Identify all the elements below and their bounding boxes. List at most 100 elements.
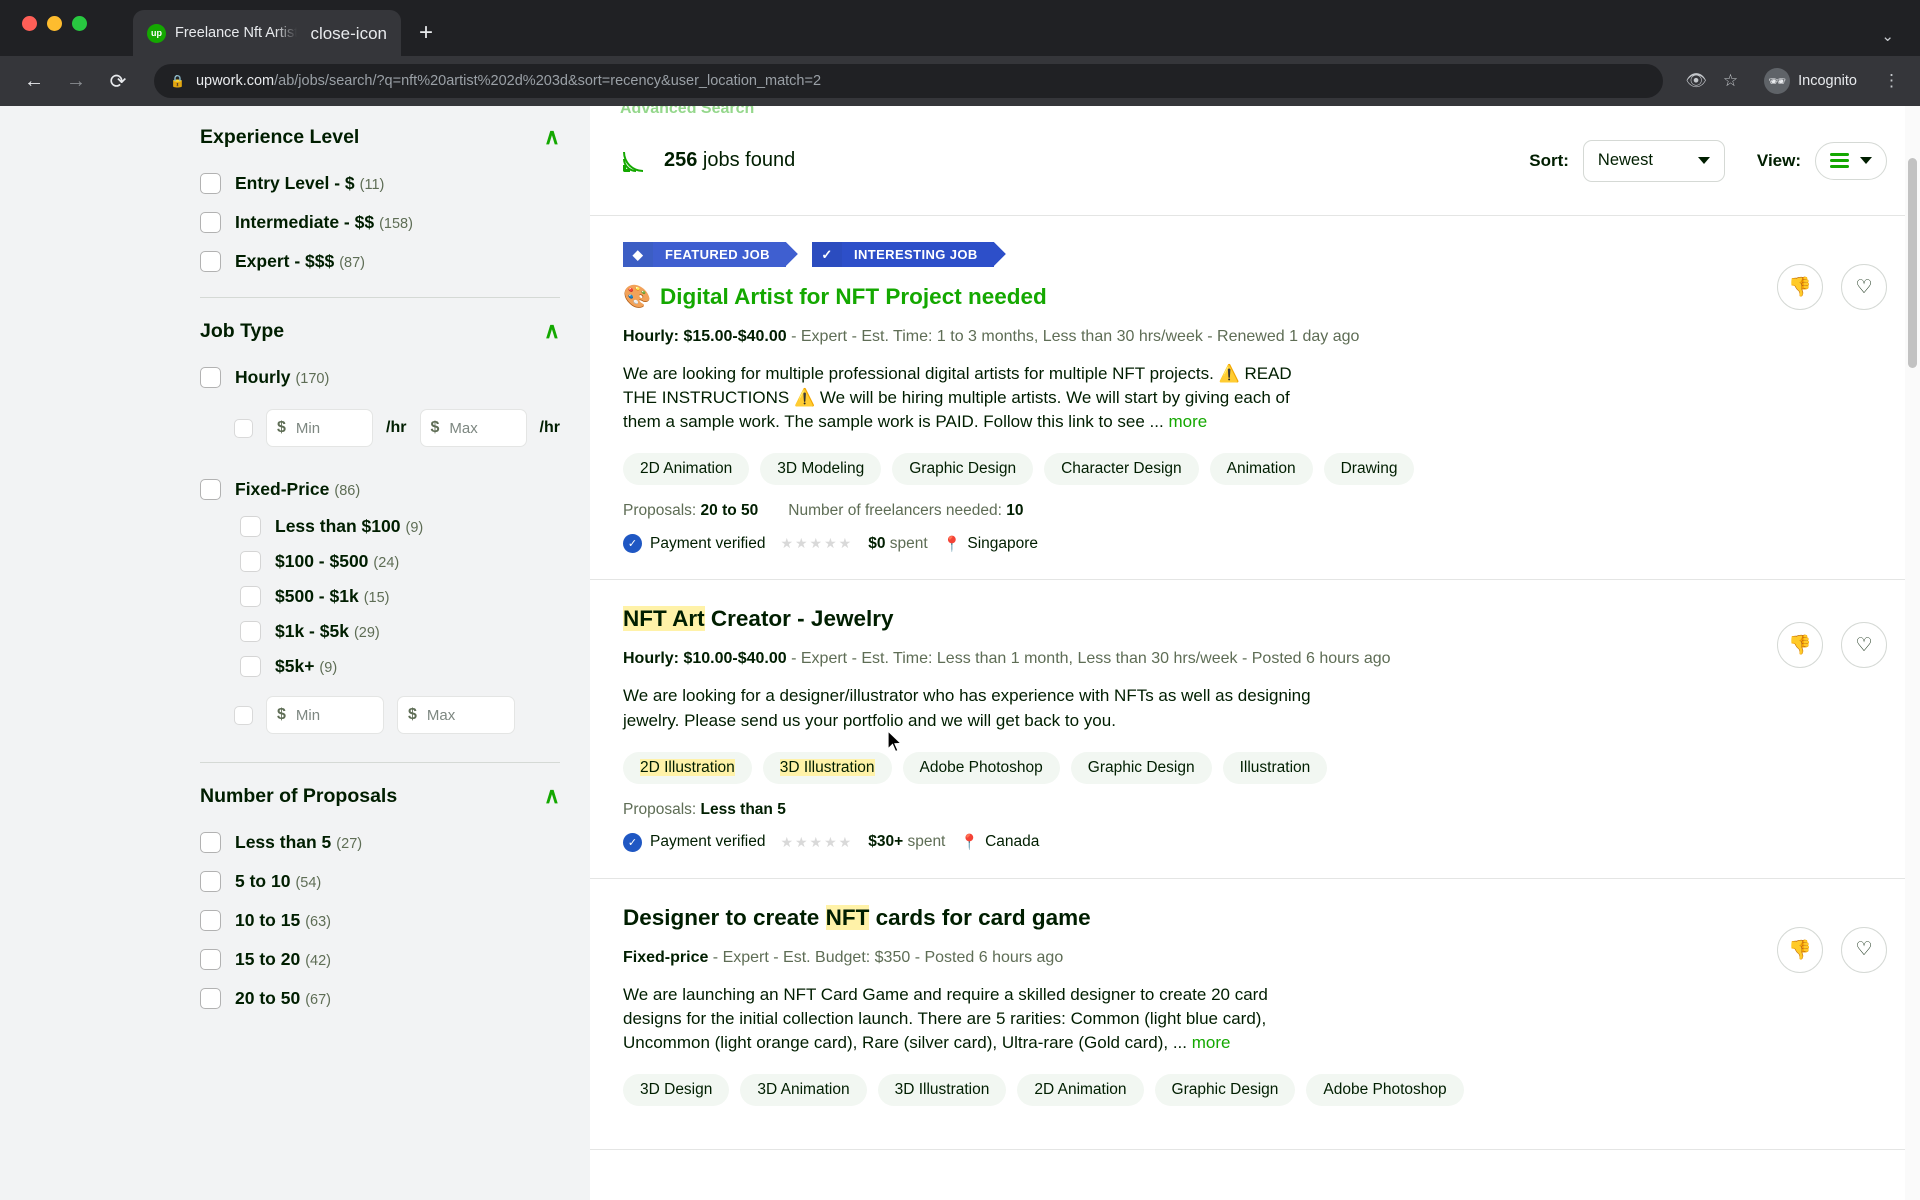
forward-icon[interactable]: →	[62, 70, 90, 93]
fixed-min-input[interactable]: $ Min	[266, 696, 384, 734]
filter-option-500-1k[interactable]: $500 - $1k (15)	[200, 579, 560, 614]
checkbox[interactable]	[240, 621, 261, 642]
section-header-number-of-proposals[interactable]: Number of Proposals	[200, 771, 560, 823]
filter-option-1k-5k[interactable]: $1k - $5k (29)	[200, 614, 560, 649]
heart-icon[interactable]: ♡	[1841, 926, 1887, 973]
chevron-up-icon[interactable]	[544, 318, 560, 344]
close-tab-icon[interactable]: close-icon	[306, 23, 391, 44]
browser-tab[interactable]: up Freelance Nft Artist 2d 3d Jobs close…	[133, 10, 401, 56]
checkbox[interactable]	[240, 516, 261, 537]
job-title[interactable]: NFT Art Creator - Jewelry	[623, 606, 1887, 632]
close-window-button[interactable]	[22, 16, 37, 31]
new-tab-button[interactable]: +	[419, 19, 433, 47]
skill-tag[interactable]: Animation	[1209, 453, 1313, 486]
badge-notch-inner	[785, 242, 798, 266]
filter-option-5-to-10[interactable]: 5 to 10 (54)	[200, 862, 560, 901]
thumbs-down-icon[interactable]: 👎	[1777, 264, 1823, 310]
filter-option-entry-level[interactable]: Entry Level - $ (11)	[200, 164, 560, 203]
back-icon[interactable]: ←	[20, 70, 48, 93]
job-card[interactable]: NFT Art Creator - Jewelry Hourly: $10.00…	[590, 580, 1920, 879]
checkbox[interactable]	[234, 705, 253, 725]
skill-tag[interactable]: 3D Illustration	[877, 1074, 1007, 1106]
checkbox[interactable]	[200, 871, 221, 892]
checkbox[interactable]	[200, 251, 221, 272]
filter-option-15-to-20[interactable]: 15 to 20 (42)	[200, 940, 560, 979]
browser-menu-icon[interactable]: ⋮	[1883, 71, 1900, 91]
checkbox[interactable]	[234, 418, 253, 438]
tabstrip-menu-icon[interactable]: ⌄	[1881, 27, 1894, 45]
bookmark-star-icon[interactable]: ☆	[1723, 71, 1738, 91]
heart-icon[interactable]: ♡	[1841, 622, 1887, 669]
job-title[interactable]: 🎨 Digital Artist for NFT Project needed	[623, 284, 1887, 310]
skill-tag[interactable]: 3D Illustration	[762, 751, 892, 784]
minimize-window-button[interactable]	[47, 16, 62, 31]
fixed-max-input[interactable]: $ Max	[397, 696, 515, 734]
skill-tag[interactable]: Adobe Photoshop	[902, 751, 1060, 784]
page-scrollbar-track[interactable]	[1905, 106, 1920, 1200]
hourly-min-input[interactable]: $ Min	[266, 409, 374, 447]
sort-select[interactable]: Newest	[1582, 139, 1725, 182]
eye-slash-icon[interactable]: 👁	[1685, 71, 1707, 91]
skill-tag[interactable]: Drawing	[1323, 453, 1415, 486]
filter-option-intermediate[interactable]: Intermediate - $$ (158)	[200, 203, 560, 242]
job-card[interactable]: ◆ FEATURED JOB ✓ INTERESTING JOB 🎨 Digit…	[590, 216, 1920, 581]
page-scrollbar-thumb[interactable]	[1908, 158, 1917, 368]
filter-option-100-500[interactable]: $100 - $500 (24)	[200, 544, 560, 579]
checkbox[interactable]	[240, 656, 261, 677]
incognito-indicator[interactable]: 🕶 Incognito	[1754, 64, 1867, 98]
checkbox[interactable]	[200, 832, 221, 853]
filter-option-20-to-50[interactable]: 20 to 50 (67)	[200, 979, 560, 1018]
chevron-up-icon[interactable]	[544, 124, 560, 150]
skill-tag[interactable]: 2D Animation	[623, 453, 750, 486]
rss-icon[interactable]	[623, 150, 645, 172]
reload-icon[interactable]: ⟳	[104, 69, 132, 94]
advanced-search-link[interactable]: Advanced Search	[620, 106, 754, 118]
skill-tag[interactable]: 3D Animation	[740, 1074, 867, 1106]
checkbox[interactable]	[200, 173, 221, 194]
more-link[interactable]: more	[1168, 412, 1207, 431]
section-header-experience-level[interactable]: Experience Level	[200, 112, 560, 164]
sort-value: Newest	[1597, 151, 1653, 169]
more-link[interactable]: more	[1192, 1033, 1231, 1052]
checkbox[interactable]	[200, 212, 221, 233]
job-title[interactable]: Designer to create NFT cards for card ga…	[623, 904, 1887, 931]
checkbox[interactable]	[240, 586, 261, 607]
skill-tag[interactable]: Illustration	[1222, 751, 1328, 784]
filter-option-hourly[interactable]: Hourly (170)	[200, 358, 560, 397]
hourly-max-input[interactable]: $ Max	[419, 409, 527, 447]
filter-option-expert[interactable]: Expert - $$$ (87)	[200, 242, 560, 281]
checkbox[interactable]	[200, 367, 221, 388]
job-cards-list: ◆ FEATURED JOB ✓ INTERESTING JOB 🎨 Digit…	[590, 216, 1920, 1200]
skill-tag[interactable]: Graphic Design	[1070, 751, 1212, 784]
filter-option-fixed-price[interactable]: Fixed-Price (86)	[200, 459, 560, 509]
skill-tag[interactable]: Graphic Design	[1154, 1074, 1296, 1106]
checkbox[interactable]	[200, 479, 221, 500]
job-card[interactable]: Designer to create NFT cards for card ga…	[590, 879, 1920, 1150]
skill-tag[interactable]: 2D Illustration	[623, 751, 752, 784]
skill-tag[interactable]: 3D Design	[623, 1074, 730, 1106]
address-bar[interactable]: 🔒 upwork.com/ab/jobs/search/?q=nft%20art…	[154, 64, 1664, 98]
filter-option-less-than-5[interactable]: Less than 5 (27)	[200, 823, 560, 862]
client-location: 📍 Singapore	[943, 535, 1038, 553]
section-header-job-type[interactable]: Job Type	[200, 306, 560, 358]
thumbs-down-icon[interactable]: 👎	[1777, 622, 1823, 669]
section-divider	[200, 762, 560, 763]
skill-tag[interactable]: Graphic Design	[892, 453, 1034, 486]
skill-tag[interactable]: Character Design	[1044, 453, 1199, 486]
chevron-up-icon[interactable]	[544, 783, 560, 809]
proposals-label: Proposals:	[623, 800, 701, 818]
skill-tag[interactable]: Adobe Photoshop	[1306, 1074, 1464, 1106]
filter-option-5k-plus[interactable]: $5k+ (9)	[200, 649, 560, 684]
checkbox[interactable]	[200, 910, 221, 931]
maximize-window-button[interactable]	[72, 16, 87, 31]
heart-icon[interactable]: ♡	[1841, 264, 1887, 310]
filter-option-10-to-15[interactable]: 10 to 15 (63)	[200, 901, 560, 940]
filter-option-less-than-100[interactable]: Less than $100 (9)	[200, 509, 560, 544]
view-toggle-button[interactable]	[1815, 141, 1887, 180]
thumbs-down-icon[interactable]: 👎	[1777, 926, 1823, 973]
checkbox[interactable]	[200, 949, 221, 970]
checkbox[interactable]	[200, 988, 221, 1009]
skill-tag[interactable]: 3D Modeling	[760, 453, 882, 486]
checkbox[interactable]	[240, 551, 261, 572]
skill-tag[interactable]: 2D Animation	[1017, 1074, 1144, 1106]
